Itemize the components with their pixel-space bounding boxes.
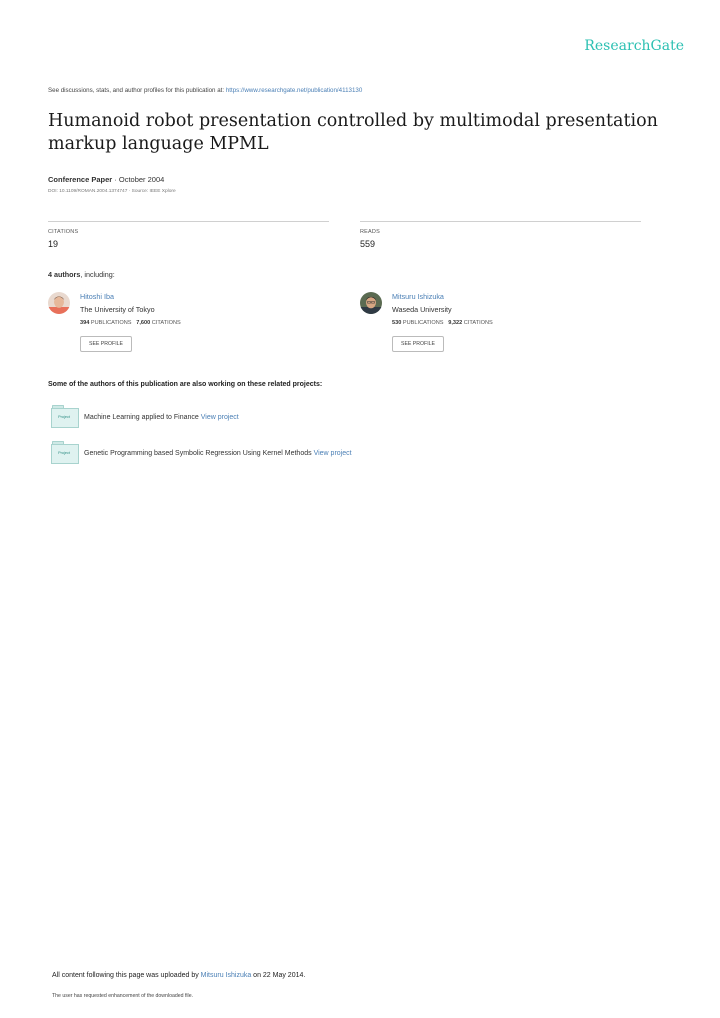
avatar-mitsuru-ishizuka[interactable] <box>360 292 382 314</box>
author-institution: Waseda University <box>392 305 452 314</box>
project-folder-icon: Project <box>50 441 79 464</box>
publication-title: Humanoid robot presentation controlled b… <box>48 111 658 154</box>
authors-heading: 4 authors, including: <box>48 270 115 279</box>
publications-count: 530 <box>392 320 402 326</box>
reads-label: READS <box>360 229 380 235</box>
authors-count: 4 authors <box>48 270 81 279</box>
discussion-line: See discussions, stats, and author profi… <box>48 87 362 94</box>
view-project-link[interactable]: View project <box>314 450 352 457</box>
uploader-link[interactable]: Mitsuru Ishizuka <box>201 972 252 979</box>
author-stats: 394 PUBLICATIONS 7,600 CITATIONS <box>80 320 181 326</box>
discussion-text: See discussions, stats, and author profi… <box>48 87 226 94</box>
publications-count: 394 <box>80 320 90 326</box>
author-name-link[interactable]: Hitoshi Iba <box>80 292 114 301</box>
see-profile-button[interactable]: SEE PROFILE <box>80 336 132 352</box>
publications-label: PUBLICATIONS <box>402 320 444 326</box>
author-institution: The University of Tokyo <box>80 305 155 314</box>
project-item: Machine Learning applied to Finance View… <box>84 414 239 421</box>
citations-label: CITATIONS <box>463 320 493 326</box>
citations-label: CITATIONS <box>48 229 79 235</box>
publications-label: PUBLICATIONS <box>90 320 132 326</box>
publication-date: · October 2004 <box>112 175 165 184</box>
project-badge: Project <box>58 451 70 455</box>
citations-value: 19 <box>48 239 59 249</box>
avatar-photo-icon <box>48 292 70 314</box>
researchgate-logo[interactable]: ResearchGate <box>584 38 684 54</box>
upload-suffix: on 22 May 2014. <box>251 972 306 979</box>
authors-suffix: , including: <box>80 270 115 279</box>
project-title: Machine Learning applied to Finance <box>84 414 201 421</box>
citations-count: 7,600 <box>136 320 151 326</box>
doi-source: DOI: 10.1109/ROMAN.2004.1374747 · Source… <box>48 189 176 194</box>
project-folder-icon: Project <box>50 405 79 428</box>
enhancement-note: The user has requested enhancement of th… <box>52 993 194 999</box>
divider-left <box>48 221 329 222</box>
publication-type: Conference Paper <box>48 175 113 184</box>
related-projects-heading: Some of the authors of this publication … <box>48 381 323 388</box>
project-title: Genetic Programming based Symbolic Regre… <box>84 450 314 457</box>
publication-url-link[interactable]: https://www.researchgate.net/publication… <box>226 87 362 94</box>
publication-meta: Conference Paper · October 2004 <box>48 175 164 184</box>
upload-notice: All content following this page was uplo… <box>52 972 305 979</box>
avatar-hitoshi-iba[interactable] <box>48 292 70 314</box>
citations-count: 9,322 <box>448 320 463 326</box>
reads-value: 559 <box>360 239 376 249</box>
citations-label: CITATIONS <box>151 320 181 326</box>
see-profile-button[interactable]: SEE PROFILE <box>392 336 444 352</box>
author-name-link[interactable]: Mitsuru Ishizuka <box>392 292 444 301</box>
upload-prefix: All content following this page was uplo… <box>52 972 201 979</box>
project-item: Genetic Programming based Symbolic Regre… <box>84 450 352 457</box>
avatar-photo-icon <box>360 292 382 314</box>
author-stats: 530 PUBLICATIONS 9,322 CITATIONS <box>392 320 493 326</box>
view-project-link[interactable]: View project <box>201 414 239 421</box>
divider-right <box>360 221 641 222</box>
project-badge: Project <box>58 415 70 419</box>
